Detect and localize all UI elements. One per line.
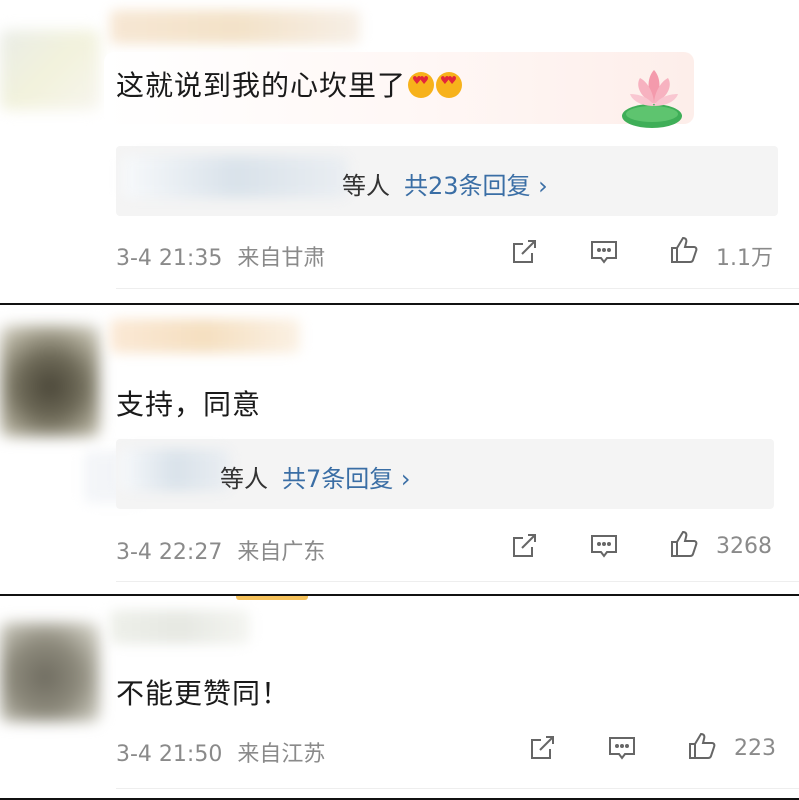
username-blurred[interactable] bbox=[110, 10, 360, 44]
comment-card-3: 不能更赞同！ 3-4 21:50 来自江苏 223 bbox=[0, 600, 799, 800]
comment-icon[interactable] bbox=[606, 732, 638, 764]
heart-eyes-emoji-icon bbox=[408, 72, 435, 98]
like-count: 3268 bbox=[716, 534, 772, 559]
comment-icon[interactable] bbox=[588, 530, 620, 562]
like-icon[interactable] bbox=[668, 234, 700, 266]
comment-text: 支持，同意 bbox=[116, 388, 262, 421]
reply-count-link[interactable]: 共23条回复 › bbox=[404, 172, 548, 200]
comment-time: 3-4 22:27 bbox=[116, 540, 223, 565]
reply-users-blurred bbox=[120, 449, 230, 491]
comment-time: 3-4 21:35 bbox=[116, 246, 223, 271]
comment-card-2: 支持，同意 等人 共7条回复 › 3-4 22:27 来自广东 3268 bbox=[0, 305, 799, 594]
like-icon[interactable] bbox=[668, 528, 700, 560]
reply-users-blurred bbox=[122, 156, 348, 198]
comment-text: 这就说到我的心坎里了 bbox=[116, 64, 463, 104]
like-count: 1.1万 bbox=[716, 246, 773, 271]
share-icon[interactable] bbox=[526, 732, 558, 764]
avatar[interactable] bbox=[0, 325, 100, 437]
comment-text-content: 这就说到我的心坎里了 bbox=[116, 69, 407, 102]
reply-summary[interactable]: 等人 共23条回复 › bbox=[342, 166, 548, 201]
reply-suffix: 等人 bbox=[220, 465, 268, 493]
row-separator bbox=[116, 288, 799, 289]
comment-text: 不能更赞同！ bbox=[116, 677, 291, 710]
comment-location: 来自甘肃 bbox=[237, 246, 326, 271]
reply-count-link[interactable]: 共7条回复 › bbox=[282, 465, 411, 493]
lotus-decoration-icon bbox=[622, 70, 682, 128]
comment-meta: 3-4 21:35 来自甘肃 bbox=[116, 240, 325, 272]
avatar[interactable] bbox=[0, 622, 100, 722]
avatar[interactable] bbox=[0, 30, 100, 110]
comment-icon[interactable] bbox=[588, 236, 620, 268]
share-icon[interactable] bbox=[508, 236, 540, 268]
comment-time: 3-4 21:50 bbox=[116, 742, 223, 767]
username-blurred[interactable] bbox=[110, 610, 250, 644]
username-blurred[interactable] bbox=[110, 319, 300, 353]
row-separator bbox=[116, 788, 799, 789]
reply-suffix: 等人 bbox=[342, 172, 390, 200]
comment-location: 来自江苏 bbox=[237, 742, 326, 767]
screenshot-divider bbox=[0, 594, 799, 596]
row-separator bbox=[116, 581, 799, 582]
reply-preview[interactable]: 等人 共7条回复 › bbox=[116, 439, 774, 509]
comment-meta: 3-4 22:27 来自广东 bbox=[116, 534, 325, 566]
like-count: 223 bbox=[734, 736, 776, 761]
heart-eyes-emoji-icon bbox=[436, 72, 463, 98]
share-icon[interactable] bbox=[508, 530, 540, 562]
comment-meta: 3-4 21:50 来自江苏 bbox=[116, 736, 325, 768]
reply-preview[interactable]: 等人 共23条回复 › bbox=[116, 146, 778, 216]
like-icon[interactable] bbox=[686, 730, 718, 762]
reply-summary[interactable]: 等人 共7条回复 › bbox=[220, 459, 411, 494]
comment-location: 来自广东 bbox=[237, 540, 326, 565]
comment-card-1: 这就说到我的心坎里了 等人共23条回复 › 3-4 21:35 来自甘肃 1.1… bbox=[0, 0, 799, 303]
